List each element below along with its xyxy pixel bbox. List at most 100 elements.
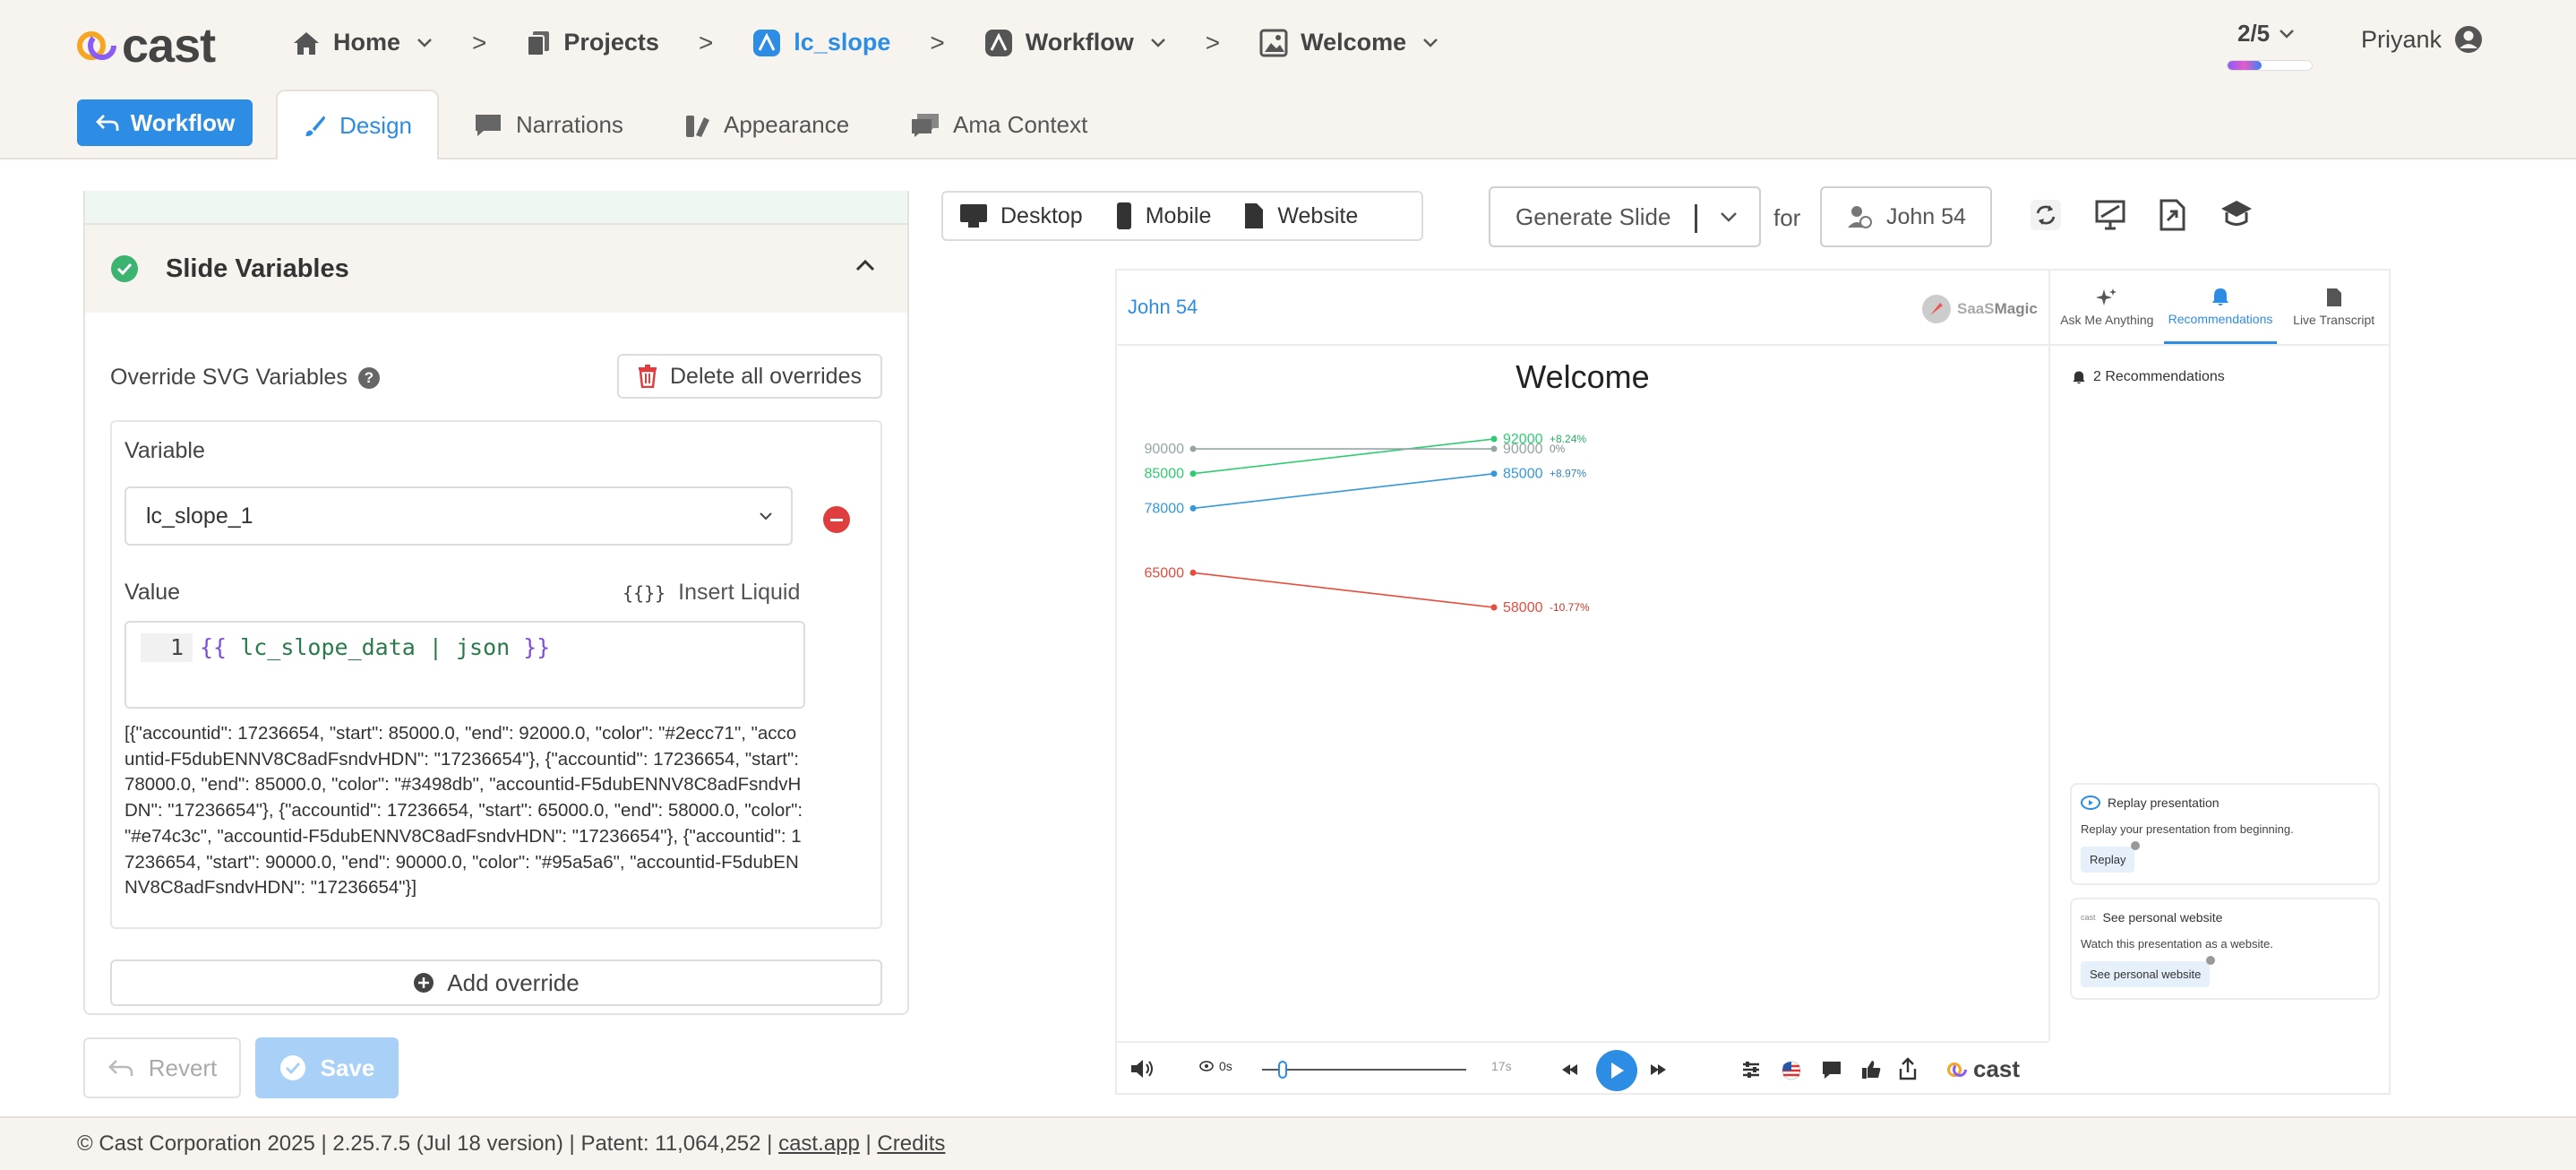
- help-icon[interactable]: ?: [357, 366, 380, 389]
- skip-back-icon[interactable]: [1559, 1062, 1579, 1077]
- end-point-3: [1490, 445, 1498, 452]
- brush-icon: [305, 115, 326, 136]
- tab-ama-context[interactable]: Ama Context: [885, 90, 1112, 160]
- desktop-icon: [960, 204, 987, 228]
- replay-button-label: Replay: [2090, 853, 2126, 866]
- tab-recommendations[interactable]: Recommendations: [2163, 271, 2278, 344]
- recommendations-count-label: 2 Recommendations: [2093, 369, 2225, 384]
- tab-appearance[interactable]: Appearance: [659, 90, 874, 160]
- breadcrumb-projects[interactable]: Projects: [526, 29, 659, 56]
- credits-link[interactable]: Credits: [877, 1131, 945, 1157]
- tab-live-transcript[interactable]: Live Transcript: [2277, 271, 2391, 344]
- comment-icon[interactable]: [1821, 1059, 1842, 1080]
- override-label-text: Override SVG Variables: [110, 365, 348, 390]
- user-menu[interactable]: Priyank: [2361, 25, 2483, 54]
- preview-person-select[interactable]: John 54: [1820, 186, 1992, 247]
- time-start: 0s: [1219, 1059, 1232, 1073]
- save-button[interactable]: Save: [255, 1037, 399, 1098]
- add-override-button[interactable]: Add override: [110, 959, 882, 1006]
- chevron-down-icon: [1423, 38, 1438, 47]
- share-icon[interactable]: [1898, 1057, 1918, 1080]
- tab-ask-me-anything[interactable]: Ask Me Anything: [2050, 271, 2164, 344]
- variable-select-value: lc_slope_1: [146, 503, 253, 529]
- presentation-icon[interactable]: [2094, 199, 2126, 231]
- change-label-3: 0%: [1550, 443, 1566, 455]
- seek-handle[interactable]: [1278, 1061, 1287, 1079]
- seek-track[interactable]: [1262, 1069, 1466, 1071]
- tab-design[interactable]: Design: [276, 90, 439, 160]
- user-avatar-icon: [2455, 26, 2483, 53]
- cast-app-link[interactable]: cast.app: [778, 1131, 860, 1157]
- rendered-json-preview: [{"accountid": 17236654, "start": 85000.…: [125, 723, 803, 899]
- tab-label: Narrations: [516, 111, 623, 138]
- trash-icon: [639, 365, 657, 388]
- breadcrumb-workflow[interactable]: Workflow: [984, 29, 1166, 57]
- revert-button[interactable]: Revert: [83, 1037, 241, 1098]
- breadcrumb-label: Welcome: [1301, 29, 1407, 56]
- value-label: Value: [125, 580, 181, 605]
- thumbs-up-icon[interactable]: [1860, 1059, 1882, 1080]
- breadcrumb-home[interactable]: Home: [292, 29, 433, 56]
- desktop-button[interactable]: Desktop: [943, 202, 1099, 229]
- code-close-brace: }}: [523, 634, 551, 660]
- breadcrumb-label: Home: [333, 29, 401, 56]
- mobile-button[interactable]: Mobile: [1099, 202, 1228, 230]
- generate-slide-button[interactable]: Generate Slide: [1489, 186, 1761, 247]
- website-button[interactable]: Website: [1227, 202, 1374, 229]
- play-button[interactable]: [1596, 1050, 1637, 1091]
- variable-select[interactable]: lc_slope_1: [125, 486, 793, 546]
- end-point-0: [1490, 435, 1498, 443]
- player-cast-logo[interactable]: cast: [1946, 1055, 2020, 1083]
- breadcrumb-separator: >: [930, 28, 945, 56]
- replay-button[interactable]: Replay: [2081, 841, 2141, 873]
- top-bar: cast Home > Projects > lc_slope > Workfl…: [0, 0, 2576, 85]
- us-flag-icon[interactable]: [1782, 1061, 1801, 1080]
- breadcrumb-label: Workflow: [1025, 29, 1134, 56]
- play-icon: [1611, 1062, 1624, 1079]
- slope-line-2: [1192, 572, 1495, 608]
- chevron-down-icon: [417, 38, 432, 47]
- indicator-dot: [2131, 841, 2141, 850]
- chevron-down-icon[interactable]: [1720, 211, 1738, 222]
- code-line[interactable]: {{ lc_slope_data | json }}: [200, 633, 550, 662]
- breadcrumb-welcome[interactable]: Welcome: [1259, 29, 1438, 57]
- see-personal-website-button[interactable]: See personal website: [2081, 956, 2216, 987]
- cast-logo-icon: [77, 31, 116, 60]
- back-arrow-icon: [95, 115, 119, 131]
- start-label-3: 90000: [1145, 442, 1185, 457]
- value-code-editor[interactable]: 1 {{ lc_slope_data | json }}: [125, 621, 805, 709]
- workflow-button-label: Workflow: [130, 108, 236, 136]
- cast-logo[interactable]: cast: [75, 18, 216, 73]
- workflow-back-button[interactable]: Workflow: [77, 99, 253, 146]
- save-label: Save: [320, 1054, 375, 1081]
- slope-chart: 8500092000 +8.24%7800085000 +8.97%65000580…: [1145, 432, 1591, 615]
- chevron-up-icon[interactable]: [855, 259, 875, 271]
- person-name: John 54: [1886, 203, 1966, 229]
- skip-forward-icon[interactable]: [1649, 1062, 1669, 1077]
- start-point-2: [1189, 569, 1197, 576]
- remove-override-button[interactable]: [823, 506, 850, 533]
- slide-variables-header[interactable]: Slide Variables: [85, 225, 907, 313]
- recommendations-count: 2 Recommendations: [2072, 369, 2225, 385]
- export-document-icon[interactable]: [2159, 199, 2187, 231]
- end-point-1: [1490, 470, 1498, 477]
- graduation-cap-icon[interactable]: [2220, 199, 2254, 229]
- delete-all-overrides-button[interactable]: Delete all overrides: [617, 354, 882, 399]
- refresh-icon[interactable]: [2030, 199, 2062, 231]
- tab-narrations[interactable]: Narrations: [448, 90, 648, 160]
- divider: [1695, 204, 1697, 233]
- slide-icon: [1259, 29, 1288, 56]
- chevron-down-icon: [2280, 29, 2295, 39]
- website-label: Website: [1277, 202, 1359, 228]
- insert-liquid-button[interactable]: {{}} Insert Liquid: [623, 580, 800, 606]
- document-icon: [2326, 288, 2341, 306]
- breadcrumb-lc-slope[interactable]: lc_slope: [752, 29, 890, 57]
- time-end: 17s: [1491, 1059, 1512, 1073]
- volume-icon[interactable]: [1129, 1057, 1155, 1080]
- brand-logo: SaaSMagic: [1921, 294, 2038, 324]
- brand-b: Magic: [1994, 300, 2038, 317]
- settings-sliders-icon[interactable]: [1740, 1059, 1762, 1080]
- slide-progress[interactable]: 2/5: [2227, 20, 2316, 71]
- slope-line-0: [1192, 438, 1495, 475]
- start-point-0: [1189, 470, 1197, 477]
